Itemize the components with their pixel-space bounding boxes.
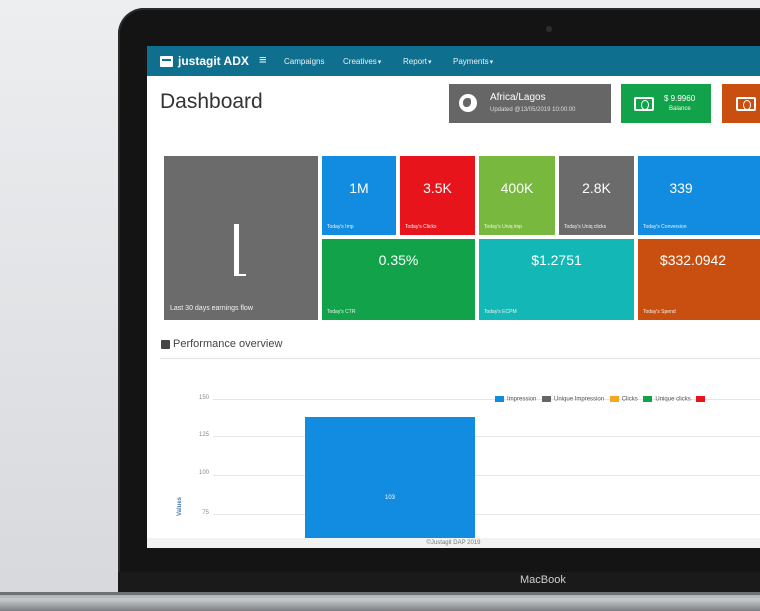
timezone-name: Africa/Lagos (490, 92, 546, 103)
nav-payments[interactable]: Payments (453, 57, 493, 66)
menu-toggle-icon[interactable]: ≡ (259, 52, 267, 67)
grid-line (213, 514, 760, 515)
legend-swatch (542, 396, 552, 402)
money-icon (634, 97, 654, 111)
timezone-updated: Updated @13/05/2019 10:00:00 (490, 107, 576, 113)
y-tick-label: 100 (198, 470, 209, 476)
uniq-imp-tile: 400K Today's Uniq imp (479, 156, 555, 235)
legend-swatch (495, 396, 504, 402)
earnings-tile: Last 30 days earnings flow (164, 156, 318, 320)
nav-campaigns[interactable]: Campaigns (284, 57, 324, 66)
y-tick-label: 125 (198, 432, 209, 438)
tile-value: 339 (669, 180, 693, 196)
tile-label: Today's Imp (327, 224, 354, 230)
footer: ©Justagit DAP 2019 (147, 538, 760, 548)
bar-data-label: 103 (384, 494, 395, 501)
tile-value: $1.2751 (531, 252, 582, 268)
earnings-baseline (236, 274, 246, 276)
timezone-card: Africa/Lagos Updated @13/05/2019 10:00:0… (449, 84, 611, 123)
tile-value: $332.0942 (659, 252, 727, 268)
grid-line (213, 475, 760, 476)
legend-unique-clicks[interactable]: Unique clicks (643, 396, 691, 403)
earnings-label: Last 30 days earnings flow (170, 305, 253, 312)
tile-label: Today's Clicks (405, 224, 437, 230)
y-tick-label: 75 (202, 510, 209, 516)
y-tick-label: 150 (198, 395, 209, 401)
payment-card (722, 84, 760, 123)
browser-screen: justagit ADX ≡ Campaigns Creatives Repor… (147, 46, 760, 548)
brand-name[interactable]: justagit ADX (178, 54, 249, 68)
tile-label: Today's ECPM (484, 309, 517, 315)
legend-swatch (609, 396, 619, 402)
tile-value: 3.5K (423, 180, 452, 196)
balance-label: Balance (669, 106, 691, 112)
top-navbar: justagit ADX ≡ Campaigns Creatives Repor… (147, 46, 760, 76)
earnings-bar (234, 224, 239, 276)
tile-label: Today's Uniq clicks (564, 224, 607, 230)
section-divider (160, 358, 760, 359)
performance-title: Performance overview (173, 338, 283, 350)
legend-swatch (643, 396, 653, 402)
ecpm-tile: $1.2751 Today's ECPM (479, 239, 634, 320)
y-axis-title: Values (177, 496, 183, 516)
laptop-hinge (0, 592, 760, 595)
money-icon (736, 97, 756, 111)
grid-line (213, 436, 760, 437)
legend-more[interactable] (696, 396, 708, 403)
camera-icon (546, 26, 552, 32)
page-title: Dashboard (160, 90, 263, 113)
book-icon (161, 340, 170, 349)
legend-unique-impression[interactable]: Unique Impression (542, 396, 604, 403)
logo-icon (160, 56, 173, 67)
clicks-tile: 3.5K Today's Clicks (400, 156, 475, 235)
tile-value: 0.35% (378, 252, 419, 268)
legend-clicks[interactable]: Clicks (609, 396, 638, 403)
balance-value: $ 9.9960 (664, 94, 696, 103)
legend-swatch (696, 396, 706, 402)
tile-label: Today's Conversion (643, 224, 687, 230)
balance-card: $ 9.9960 Balance (621, 84, 711, 123)
chart-legend: Impression Unique Impression Clicks Uniq… (495, 396, 712, 406)
imp-tile: 1M Today's Imp (322, 156, 396, 235)
tile-label: Today's CTR (327, 309, 356, 315)
tile-value: 1M (349, 180, 369, 196)
laptop-chin (118, 572, 760, 592)
conversion-tile: 339 Today's Conversion (638, 156, 760, 235)
tile-value: 400K (500, 180, 534, 196)
tile-label: Today's Uniq imp (484, 224, 522, 230)
globe-icon (459, 94, 477, 112)
impression-bar: 103 (305, 417, 475, 538)
ctr-tile: 0.35% Today's CTR (322, 239, 475, 320)
device-label: MacBook (520, 574, 566, 586)
nav-creatives[interactable]: Creatives (343, 57, 381, 66)
legend-impression[interactable]: Impression (495, 396, 536, 403)
tile-label: Today's Spend (643, 309, 676, 315)
spend-tile: $332.0942 Today's Spend (638, 239, 760, 320)
nav-report[interactable]: Report (403, 57, 432, 66)
